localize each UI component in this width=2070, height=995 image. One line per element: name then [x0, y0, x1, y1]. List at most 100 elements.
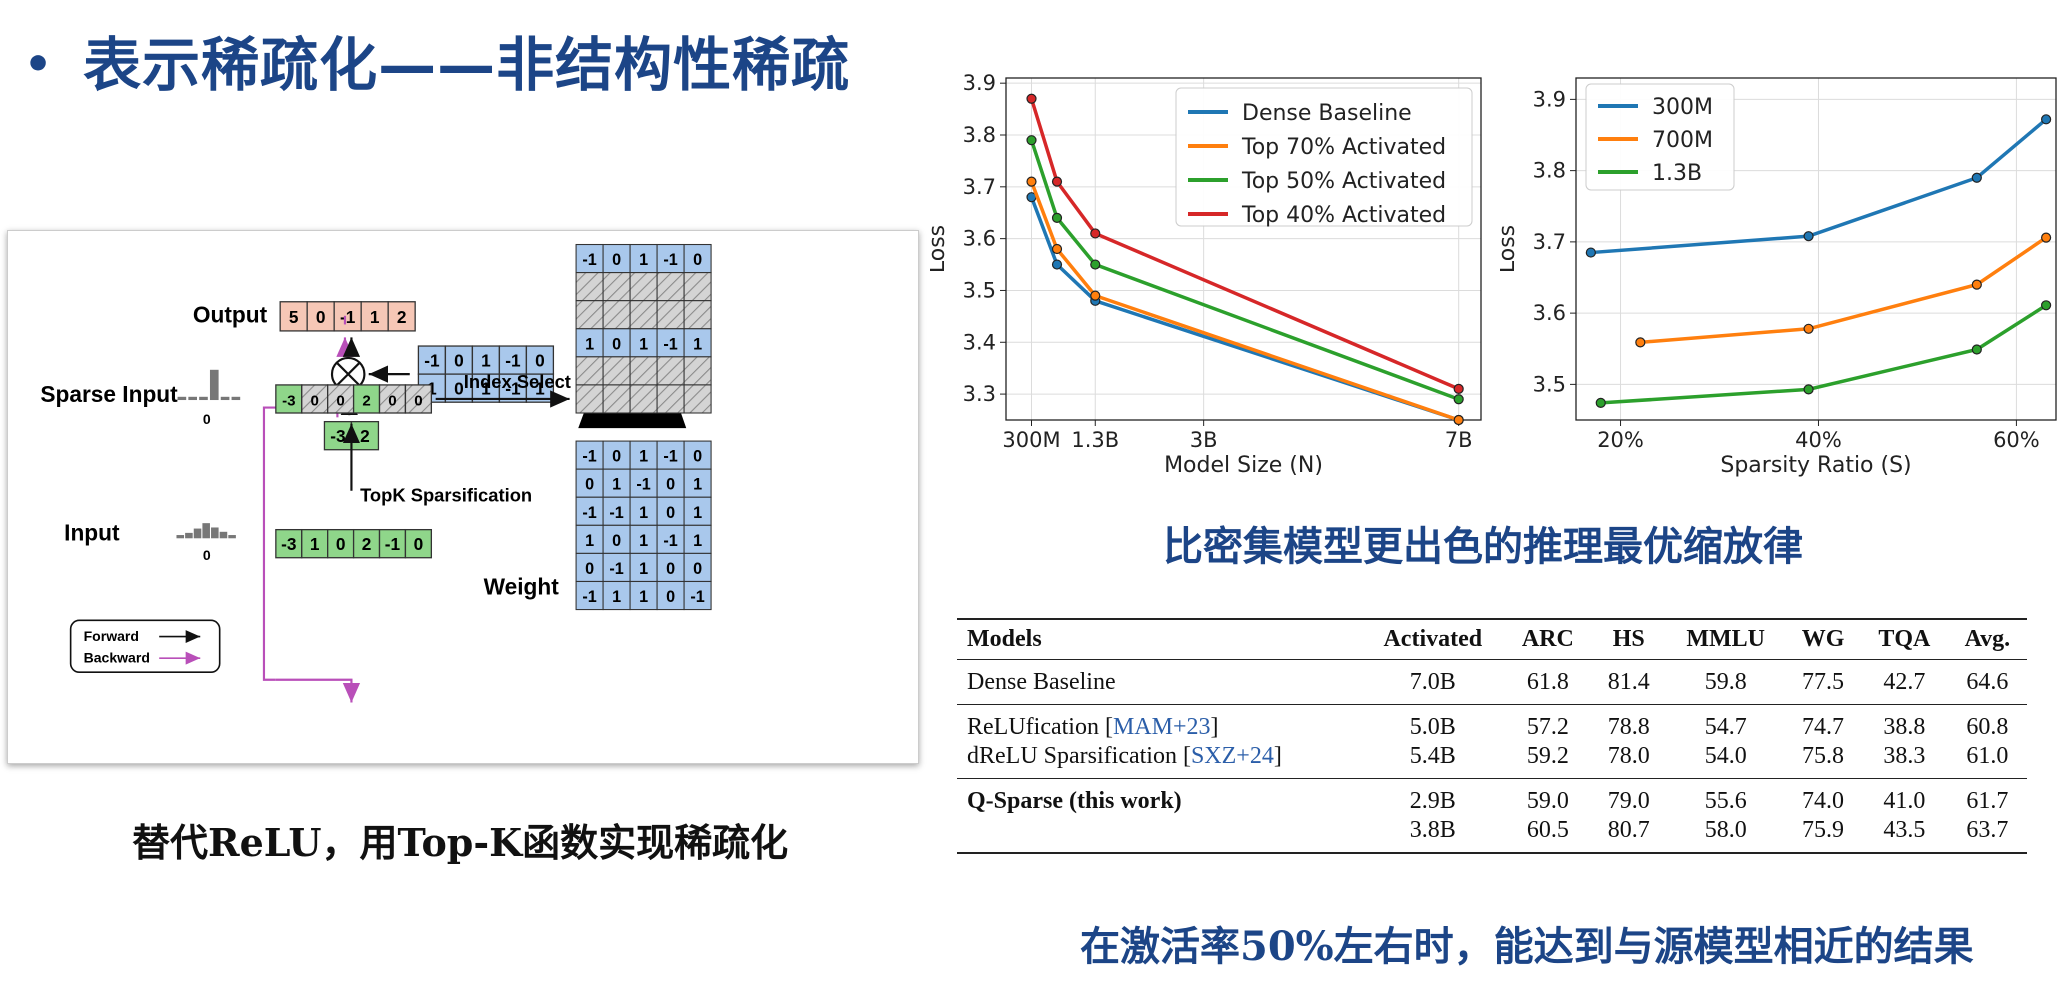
- value-cell: 74.0: [1802, 788, 1845, 814]
- cell-value: 0: [693, 251, 702, 269]
- input-histogram: [176, 523, 236, 539]
- value-cell: 61.7: [1966, 788, 2009, 814]
- data-point: [1026, 176, 1037, 187]
- column-header: HS: [1612, 626, 1645, 652]
- model-name: dReLU Sparsification [: [967, 743, 1191, 769]
- cell-value: -1: [582, 588, 596, 606]
- cell-value: 0: [316, 307, 326, 327]
- topk-label: TopK Sparsification: [360, 485, 532, 506]
- cell-value: 1: [693, 335, 702, 353]
- value-cell: 59.0: [1526, 788, 1569, 814]
- value-cell: 7.0B: [1409, 669, 1456, 695]
- data-point: [1971, 344, 1982, 355]
- data-point: [2041, 114, 2052, 125]
- y-axis-label: Loss: [930, 225, 950, 273]
- x-tick-label: 40%: [1795, 428, 1842, 452]
- cell-value: 0: [612, 532, 621, 550]
- cell-value: 0: [336, 534, 346, 554]
- x-axis-label: Sparsity Ratio (S): [1720, 453, 1911, 478]
- value-cell: 78.0: [1607, 743, 1650, 769]
- value-cell: 42.7: [1883, 669, 1926, 695]
- legend-entry: Top 50% Activated: [1241, 169, 1446, 194]
- model-name-cell: Q-Sparse (this work): [957, 779, 1361, 817]
- model-name: Dense Baseline: [967, 669, 1116, 695]
- cell-value: 0: [666, 504, 675, 522]
- citation-bracket: ]: [1273, 743, 1282, 769]
- cell-value: 0: [535, 351, 545, 371]
- cell-value: 0: [612, 448, 621, 466]
- x-tick-label: 7B: [1445, 428, 1473, 452]
- cell-value: 1: [310, 534, 320, 554]
- cell-value: 1: [481, 351, 491, 371]
- citation-link[interactable]: MAM+23: [1113, 714, 1211, 740]
- sparsity-ratio-chart: 20% 40% 60% 3.5 3.6 3.7 3.8 3.9 Sparsity Ratio (…: [1500, 77, 2057, 478]
- value-cell: 59.2: [1526, 743, 1569, 769]
- results-table: Models Activated ARC HS MMLU WG TQA Avg. Dense B…: [957, 618, 2027, 854]
- series-2: [1595, 300, 2052, 408]
- data-point: [1803, 231, 1814, 242]
- cell-value: -1: [690, 588, 704, 606]
- value-cell: 3.8B: [1409, 817, 1456, 843]
- cell-value: 0: [612, 335, 621, 353]
- cell-value: 5: [289, 307, 299, 327]
- x-tick-label: 1.3B: [1071, 428, 1119, 452]
- x-tick-label: 60%: [1993, 428, 2040, 452]
- data-point: [2041, 300, 2052, 311]
- cell-value: -1: [663, 335, 677, 353]
- diagram-legend: Forward Backward: [69, 619, 221, 674]
- cell-value: 0: [666, 588, 675, 606]
- cell-value: 1: [612, 588, 621, 606]
- legend-entry: 700M: [1652, 128, 1713, 153]
- cell-value: -1: [663, 532, 677, 550]
- y-axis-label: Loss: [1500, 225, 1520, 273]
- value-cell: 43.5: [1883, 817, 1926, 843]
- slide-title-text: 表示稀疏化——非结构性稀疏: [83, 31, 851, 99]
- sparse-vector: -3 0 0 2 0 0: [275, 384, 433, 414]
- data-point: [1971, 172, 1982, 183]
- cell-value: 0: [454, 351, 464, 371]
- data-point: [1971, 279, 1982, 290]
- value-cell: 78.8: [1607, 714, 1650, 740]
- value-cell: 75.8: [1802, 743, 1845, 769]
- data-point: [1090, 290, 1101, 301]
- value-cell: 81.4: [1607, 669, 1650, 695]
- bullet-dot: •: [24, 39, 54, 90]
- data-point: [1453, 414, 1464, 426]
- sparse-zero-tick: 0: [203, 411, 211, 427]
- model-size-chart: 300M 1.3B 3B 7B 3.3 3.4 3.5 3.6 3.7 3.8 3.9 Model S…: [930, 71, 1482, 478]
- cell-value: 0: [414, 392, 422, 409]
- cell-value: -1: [582, 251, 596, 269]
- value-cell: 80.7: [1607, 817, 1650, 843]
- selected-weight-matrix: -1 0 1 -1 01 0 1 -1 1: [575, 243, 712, 414]
- column-header: Avg.: [1964, 626, 2011, 652]
- citation-link[interactable]: SXZ+24: [1191, 743, 1274, 769]
- legend-entry: Top 40% Activated: [1241, 203, 1446, 228]
- cell-value: -1: [424, 351, 440, 371]
- qsparse-diagram: Output50-112-101-10101-11-32Sparse Input…: [7, 230, 919, 764]
- y-tick-label: 3.5: [1533, 372, 1566, 396]
- series-1: [1635, 232, 2052, 348]
- model-name-cell: [957, 816, 1361, 853]
- y-tick-label: 3.5: [963, 278, 996, 302]
- cell-value: -3: [282, 392, 295, 409]
- legend-entry: Dense Baseline: [1242, 101, 1412, 126]
- cell-value: 1: [639, 335, 648, 353]
- cell-value: 1: [612, 476, 621, 494]
- cell-value: 0: [585, 560, 594, 578]
- y-tick-label: 3.6: [1533, 301, 1566, 325]
- cell-value: -3: [281, 534, 296, 554]
- output-vector: 5 0 -1 1 2: [279, 301, 416, 332]
- cell-value: 0: [666, 476, 675, 494]
- cell-value: 2: [360, 426, 370, 446]
- data-point: [1051, 259, 1063, 270]
- chart1-legend: Dense Baseline Top 70% Activated Top 50% A…: [1175, 87, 1473, 228]
- column-header: WG: [1801, 626, 1845, 652]
- legend-entry: Top 70% Activated: [1241, 135, 1446, 160]
- cell-value: 2: [362, 392, 370, 409]
- value-cell: 58.0: [1704, 817, 1747, 843]
- value-cell: 79.0: [1607, 788, 1650, 814]
- x-axis-label: Model Size (N): [1164, 453, 1323, 478]
- model-name-cell: dReLU Sparsification [SXZ+24]: [957, 742, 1361, 779]
- cell-value: -3: [330, 426, 345, 446]
- input-zero-tick: 0: [203, 547, 211, 563]
